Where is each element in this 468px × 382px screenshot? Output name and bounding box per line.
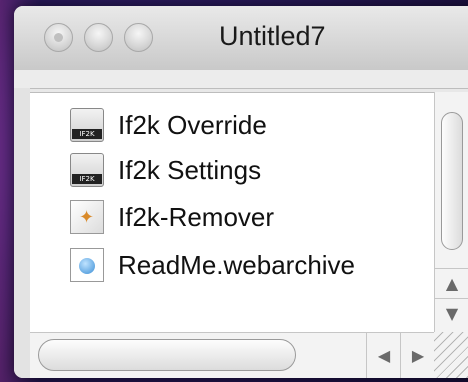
file-item-label: ReadMe.webarchive [118, 249, 356, 280]
zoom-button[interactable] [124, 23, 153, 52]
minimize-button[interactable] [84, 23, 113, 52]
window-left-edge [14, 88, 30, 378]
title-bar[interactable]: Untitled7 [14, 6, 468, 71]
file-item-readme[interactable]: ReadMe.webarchive [70, 245, 355, 285]
package-icon [70, 153, 104, 187]
scroll-right-button[interactable]: ▶ [400, 333, 435, 378]
webarchive-icon [70, 248, 104, 282]
window-title: Untitled7 [219, 21, 326, 51]
file-list: If2k Override If2k Settings If2k-Remover… [30, 92, 434, 333]
vertical-scrollbar[interactable]: ▲ ▼ [434, 92, 468, 332]
file-item-if2k-remover[interactable]: If2k-Remover [70, 197, 274, 237]
file-item-label: If2k-Remover [118, 201, 275, 232]
file-item-if2k-settings[interactable]: If2k Settings [70, 150, 261, 190]
file-item-label: If2k Override [118, 109, 267, 140]
toolbar-strip [14, 70, 468, 89]
finder-window: Untitled7 If2k Override If2k Settings If… [14, 6, 468, 378]
file-item-label: If2k Settings [118, 154, 262, 185]
scroll-left-button[interactable]: ◀ [366, 333, 401, 378]
app-remover-icon [70, 200, 104, 234]
scroll-down-button[interactable]: ▼ [435, 298, 468, 329]
vertical-scroll-thumb[interactable] [441, 112, 463, 250]
file-item-if2k-override[interactable]: If2k Override [70, 105, 267, 145]
horizontal-scroll-thumb[interactable] [38, 339, 296, 371]
close-button[interactable] [44, 23, 73, 52]
package-icon [70, 108, 104, 142]
horizontal-scrollbar[interactable]: ◀ ▶ [30, 332, 434, 378]
resize-grip[interactable] [434, 332, 468, 378]
scroll-up-button[interactable]: ▲ [435, 268, 468, 299]
